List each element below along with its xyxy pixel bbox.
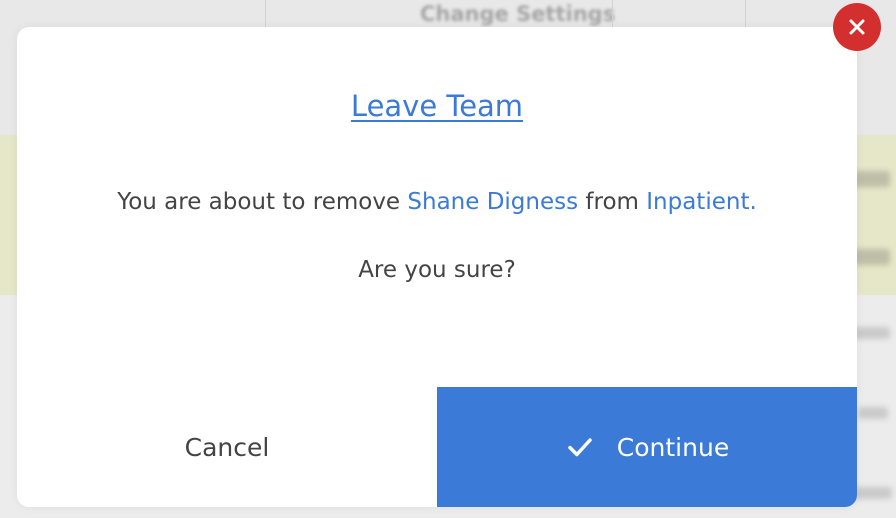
checkmark-icon	[565, 432, 595, 462]
member-name: Shane Digness	[407, 189, 579, 215]
header-divider	[745, 0, 746, 28]
close-button[interactable]	[833, 3, 881, 51]
header-divider	[612, 0, 613, 28]
message-prefix: You are about to remove	[117, 189, 408, 215]
modal-message: You are about to remove Shane Digness fr…	[17, 189, 857, 215]
continue-button-label: Continue	[616, 432, 730, 462]
continue-button[interactable]: Continue	[437, 387, 857, 507]
blurred-text	[858, 407, 888, 419]
team-name: Inpatient.	[646, 189, 757, 215]
header-divider	[265, 0, 266, 28]
confirm-question: Are you sure?	[358, 257, 516, 283]
cancel-button-label: Cancel	[184, 432, 270, 462]
leave-team-modal: Leave Team You are about to remove Shane…	[17, 27, 857, 507]
cancel-button[interactable]: Cancel	[17, 387, 437, 507]
background-header-title: Change Settings	[420, 2, 616, 26]
close-icon	[848, 18, 866, 36]
modal-title[interactable]: Leave Team	[17, 89, 857, 123]
message-middle: from	[578, 189, 647, 215]
